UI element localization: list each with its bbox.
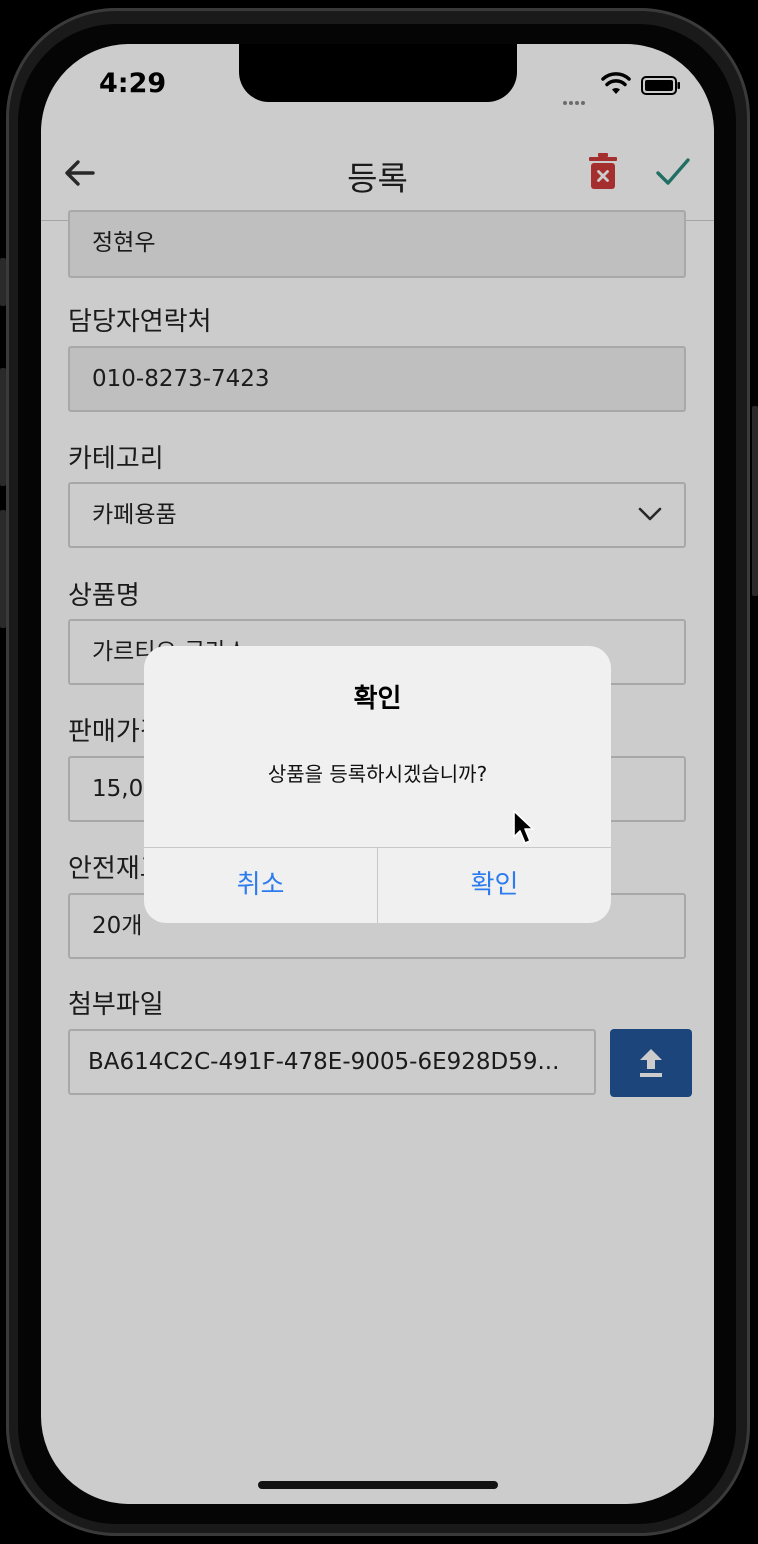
side-button (752, 406, 758, 596)
dialog-message: 상품을 등록하시겠습니까? (267, 762, 488, 786)
home-indicator (258, 1481, 498, 1489)
dialog-confirm-button[interactable]: 확인 (378, 847, 611, 923)
mouse-cursor-icon (513, 810, 534, 844)
side-button (0, 510, 6, 628)
app-screen: 4:29 등록 정현우 담당자연락처 010-8273-7423 카테고리 카페… (41, 44, 714, 1504)
confirm-dialog: 확인 상품을 등록하시겠습니까? 취소 확인 (144, 646, 611, 923)
dialog-cancel-button[interactable]: 취소 (144, 847, 377, 923)
side-button (0, 368, 6, 486)
dialog-title: 확인 (353, 684, 402, 714)
side-button (0, 258, 6, 306)
